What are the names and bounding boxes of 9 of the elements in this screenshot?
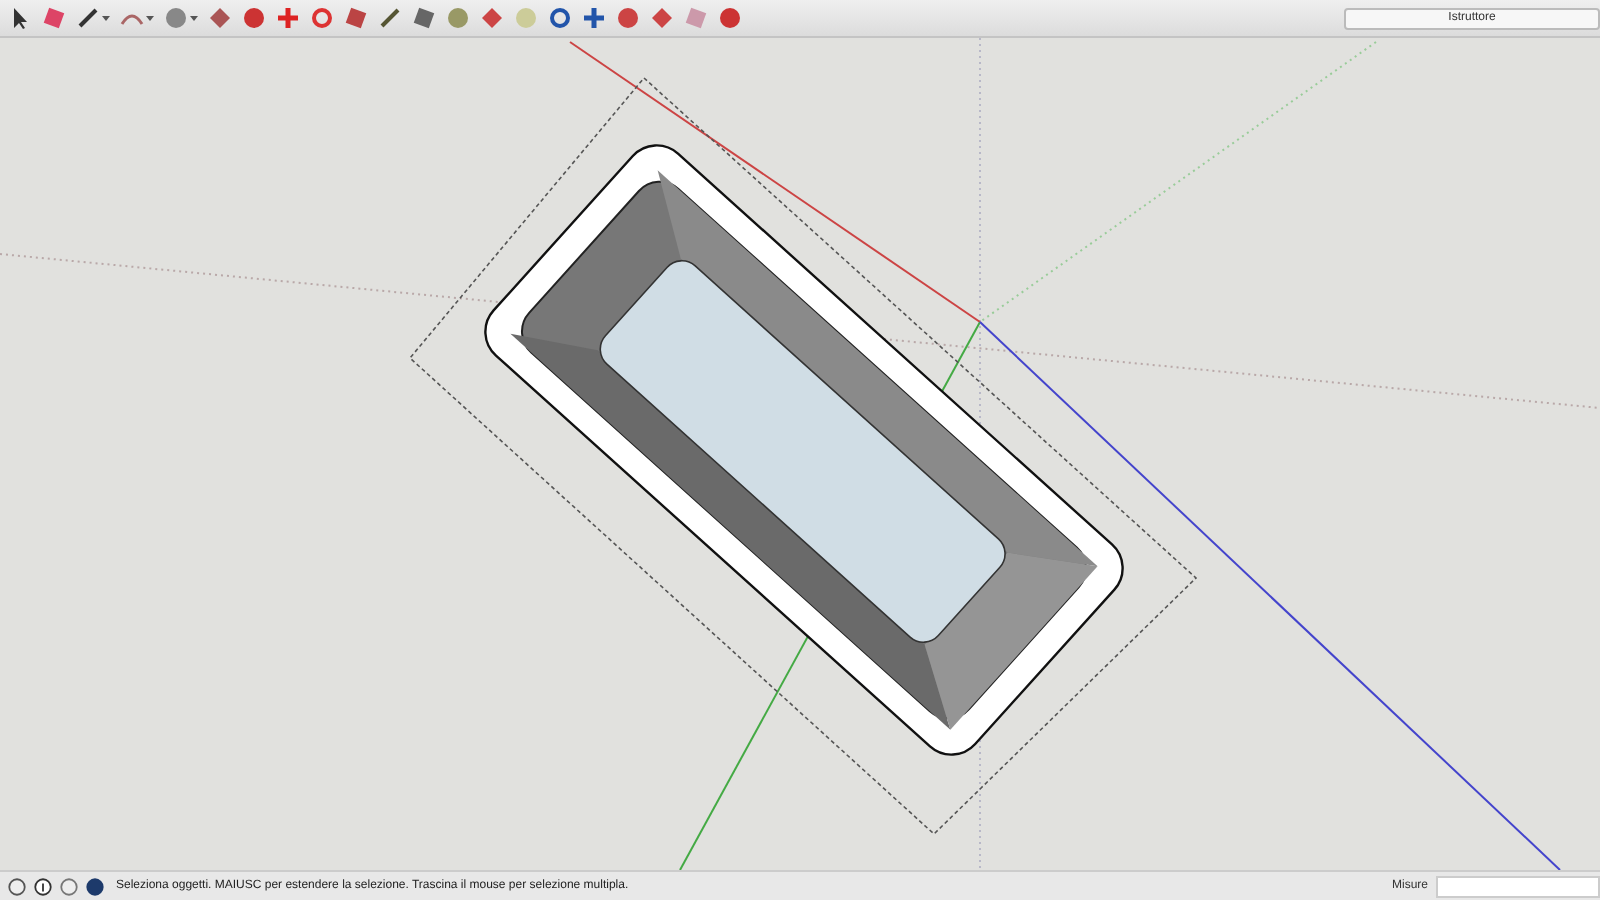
pencil-icon[interactable] xyxy=(76,6,100,31)
caret-icon[interactable] xyxy=(102,14,110,23)
arrow-icon[interactable] xyxy=(8,6,32,31)
caret-icon[interactable] xyxy=(190,14,198,23)
measurements-field[interactable] xyxy=(1436,875,1600,898)
search-icon[interactable] xyxy=(548,6,572,31)
move-icon[interactable] xyxy=(276,6,300,31)
caret-icon[interactable] xyxy=(146,14,154,23)
info-icon[interactable] xyxy=(34,877,52,896)
